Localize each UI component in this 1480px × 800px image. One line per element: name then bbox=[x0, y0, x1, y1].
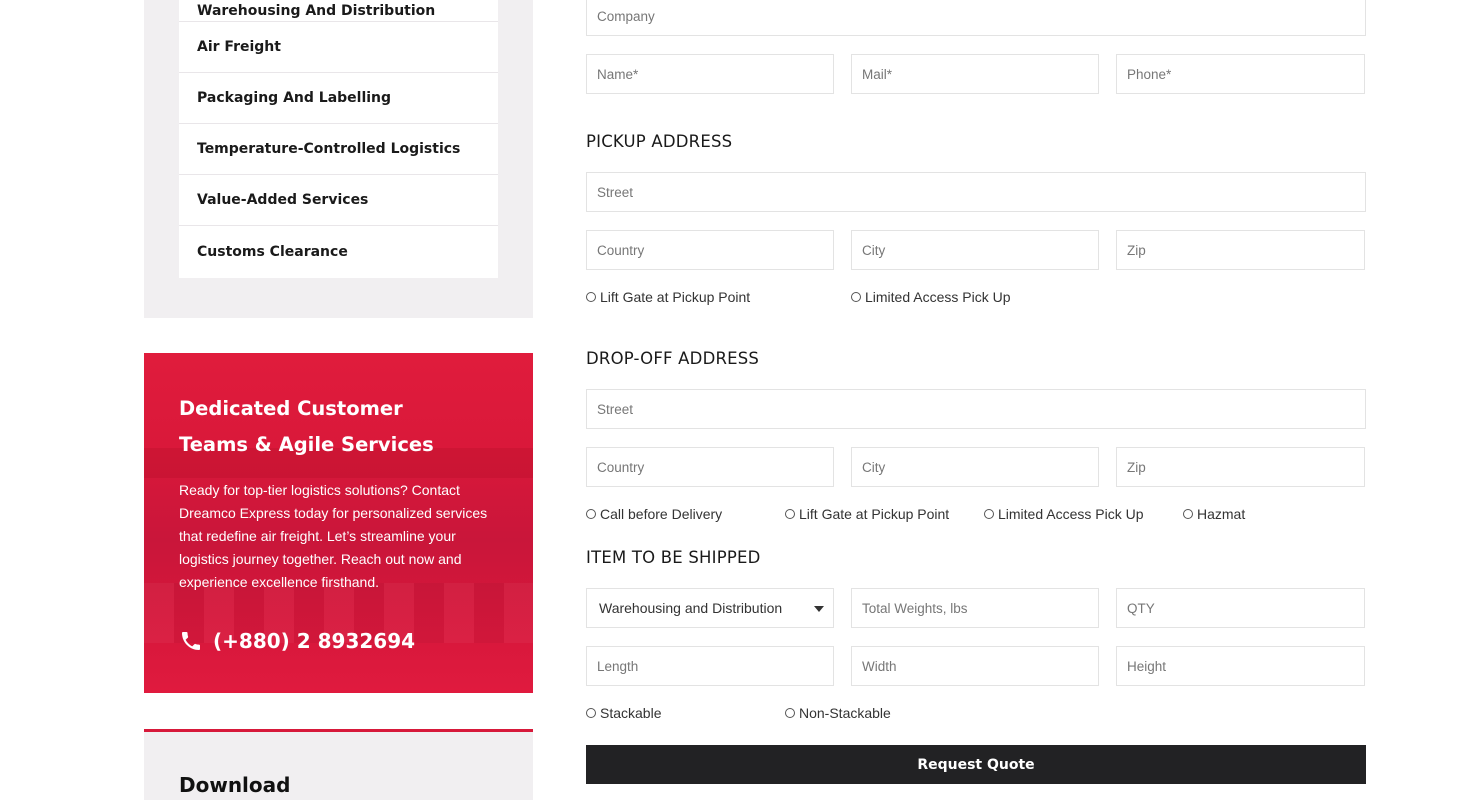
service-item-value-added[interactable]: Value-Added Services bbox=[179, 175, 498, 226]
dropoff-heading: DROP-OFF ADDRESS bbox=[586, 349, 760, 368]
pickup-country-input[interactable] bbox=[586, 230, 834, 270]
download-title: Download bbox=[179, 773, 291, 797]
promo-card: Dedicated Customer Teams & Agile Service… bbox=[144, 353, 533, 693]
radio-circle[interactable] bbox=[785, 509, 795, 519]
promo-title: Dedicated Customer Teams & Agile Service… bbox=[179, 397, 434, 456]
pickup-city-input[interactable] bbox=[851, 230, 1099, 270]
dropoff-liftgate-radio[interactable]: Lift Gate at Pickup Point bbox=[785, 506, 949, 522]
promo-text: Ready for top-tier logistics solutions? … bbox=[179, 482, 488, 590]
radio-circle[interactable] bbox=[586, 708, 596, 718]
pickup-street-input[interactable] bbox=[586, 172, 1366, 212]
radio-circle[interactable] bbox=[851, 292, 861, 302]
pickup-limited-access-radio[interactable]: Limited Access Pick Up bbox=[851, 289, 1011, 305]
service-item-packaging[interactable]: Packaging And Labelling bbox=[179, 73, 498, 124]
name-input[interactable] bbox=[586, 54, 834, 94]
caret-down-icon bbox=[814, 606, 824, 612]
length-input[interactable] bbox=[586, 646, 834, 686]
request-quote-button[interactable]: Request Quote bbox=[586, 745, 1366, 784]
dropoff-call-before-radio[interactable]: Call before Delivery bbox=[586, 506, 722, 522]
company-input[interactable] bbox=[586, 0, 1366, 36]
radio-circle[interactable] bbox=[785, 708, 795, 718]
phone-icon bbox=[182, 632, 200, 650]
service-select-value: Warehousing and Distribution bbox=[599, 600, 783, 616]
service-item-air-freight[interactable]: Air Freight bbox=[179, 22, 498, 73]
promo-phone-number: (+880) 2 8932694 bbox=[213, 629, 416, 653]
width-input[interactable] bbox=[851, 646, 1099, 686]
mail-input[interactable] bbox=[851, 54, 1099, 94]
services-panel: Warehousing And Distribution Air Freight… bbox=[144, 0, 533, 318]
services-list: Warehousing And Distribution Air Freight… bbox=[179, 0, 498, 278]
dropoff-limited-access-radio[interactable]: Limited Access Pick Up bbox=[984, 506, 1144, 522]
dropoff-city-input[interactable] bbox=[851, 447, 1099, 487]
promo-phone-link[interactable]: (+880) 2 8932694 bbox=[179, 629, 415, 653]
radio-circle[interactable] bbox=[586, 509, 596, 519]
phone-input[interactable] bbox=[1116, 54, 1365, 94]
pickup-heading: PICKUP ADDRESS bbox=[586, 132, 733, 151]
radio-circle[interactable] bbox=[1183, 509, 1193, 519]
height-input[interactable] bbox=[1116, 646, 1365, 686]
dropoff-zip-input[interactable] bbox=[1116, 447, 1365, 487]
dropoff-country-input[interactable] bbox=[586, 447, 834, 487]
radio-circle[interactable] bbox=[984, 509, 994, 519]
download-panel: Download bbox=[144, 729, 533, 800]
non-stackable-radio[interactable]: Non-Stackable bbox=[785, 705, 891, 721]
radio-circle[interactable] bbox=[586, 292, 596, 302]
service-item-customs[interactable]: Customs Clearance bbox=[179, 226, 498, 278]
item-heading: ITEM TO BE SHIPPED bbox=[586, 548, 761, 567]
pickup-liftgate-radio[interactable]: Lift Gate at Pickup Point bbox=[586, 289, 750, 305]
total-weight-input[interactable] bbox=[851, 588, 1099, 628]
pickup-zip-input[interactable] bbox=[1116, 230, 1365, 270]
qty-input[interactable] bbox=[1116, 588, 1365, 628]
service-select[interactable]: Warehousing and Distribution bbox=[586, 588, 834, 628]
dropoff-hazmat-radio[interactable]: Hazmat bbox=[1183, 506, 1245, 522]
service-item-temperature[interactable]: Temperature-Controlled Logistics bbox=[179, 124, 498, 175]
stackable-radio[interactable]: Stackable bbox=[586, 705, 661, 721]
service-item-warehousing[interactable]: Warehousing And Distribution bbox=[179, 0, 498, 22]
dropoff-street-input[interactable] bbox=[586, 389, 1366, 429]
